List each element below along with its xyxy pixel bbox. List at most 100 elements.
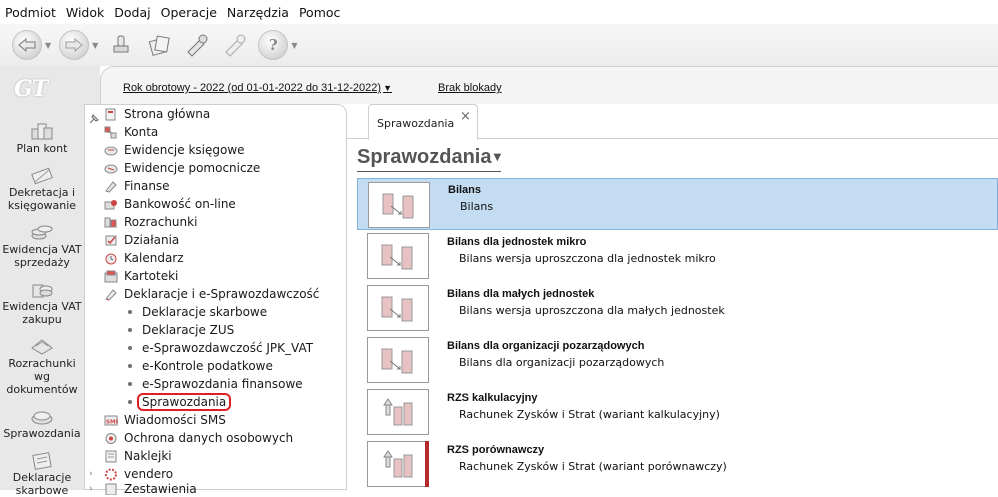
tree-item-wiadomosci-sms[interactable]: SMS Wiadomości SMS	[103, 411, 319, 429]
tree-item-label: Ochrona danych osobowych	[124, 431, 294, 445]
close-icon[interactable]: ×	[460, 109, 471, 124]
forward-dropdown-icon[interactable]: ▼	[92, 41, 98, 50]
tree-item-ochrona-danych[interactable]: Ochrona danych osobowych	[103, 429, 319, 447]
report-list: Bilans Bilans Bilans dla jednostek mikro…	[357, 178, 998, 490]
menu-pomoc[interactable]: Pomoc	[299, 5, 340, 20]
report-row-rzs-porownawczy[interactable]: RZS porównawczy Rachunek Zysków i Strat …	[357, 438, 998, 490]
menu-narzedzia[interactable]: Narzędzia	[227, 5, 289, 20]
bullet-icon	[128, 328, 132, 332]
stamp-button[interactable]	[106, 30, 136, 60]
bullet-icon	[128, 400, 132, 404]
tree-item-label: Kartoteki	[124, 269, 179, 283]
tree-subitem-e-sprawozdania[interactable]: e-Sprawozdania finansowe	[103, 375, 319, 393]
tree-subitem-deklaracje-skarbowe[interactable]: Deklaracje skarbowe	[103, 303, 319, 321]
sidebar-item-vat-sprzedazy[interactable]: Ewidencja VAT sprzedaży	[0, 221, 84, 269]
sidebar-item-label: Plan kont	[16, 142, 68, 155]
tree-subitem-e-kontrole[interactable]: e-Kontrole podatkowe	[103, 357, 319, 375]
sidebar-item-label: Rozrachunki wg dokumentów	[6, 357, 78, 396]
sidebar-item-plan-kont[interactable]: Plan kont	[0, 120, 84, 155]
tree-item-label: Ewidencje pomocnicze	[124, 161, 261, 175]
tree-item-dzialania[interactable]: Działania	[103, 231, 319, 249]
sidebar: Plan kont Dekretacja i księgowanie Ewide…	[0, 120, 84, 497]
finance-icon	[103, 179, 119, 193]
menu-bar: Podmiot Widok Dodaj Operacje Narzędzia P…	[0, 0, 998, 24]
fiscal-year-label: Rok obrotowy - 2022 (od 01-01-2022 do 31…	[123, 82, 382, 94]
tree-item-deklaracje[interactable]: Deklaracje i e-Sprawozdawczość	[103, 285, 319, 303]
expand-icon[interactable]: ›	[89, 469, 93, 479]
balance-report-icon	[367, 285, 429, 331]
stamp-icon	[106, 30, 136, 60]
report-row-bilans-pozarzadowe[interactable]: Bilans dla organizacji pozarządowych Bil…	[357, 334, 998, 386]
documents-button[interactable]	[144, 30, 174, 60]
tree-item-rozrachunki[interactable]: Rozrachunki	[103, 213, 319, 231]
tree-item-kalendarz[interactable]: Kalendarz	[103, 249, 319, 267]
report-row-bilans-male[interactable]: Bilans dla małych jednostek Bilans wersj…	[357, 282, 998, 334]
tools-disabled-icon	[220, 30, 250, 60]
tree-subitem-deklaracje-zus[interactable]: Deklaracje ZUS	[103, 321, 319, 339]
report-row-bilans[interactable]: Bilans Bilans	[357, 178, 998, 230]
labels-icon	[103, 449, 119, 463]
navigation-tree: Strona główna Konta Ewidencje księgowe E…	[89, 105, 319, 495]
app-logo: GT	[14, 76, 48, 102]
navigation-tree-panel: Strona główna Konta Ewidencje księgowe E…	[84, 104, 347, 495]
tools-button[interactable]	[182, 30, 212, 60]
sidebar-item-vat-zakupu[interactable]: Ewidencja VAT zakupu	[0, 278, 84, 326]
profit-loss-report-icon	[367, 389, 429, 435]
back-dropdown-icon[interactable]: ▼	[45, 41, 51, 50]
report-title: Bilans dla małych jednostek	[447, 288, 595, 300]
declarations-icon	[103, 287, 119, 301]
tree-item-konta[interactable]: Konta	[103, 123, 319, 141]
tree-item-vendero[interactable]: › vendero	[89, 465, 319, 483]
pin-icon[interactable]	[88, 113, 100, 128]
report-description: Bilans dla organizacji pozarządowych	[459, 356, 665, 369]
sidebar-item-dekretacja[interactable]: Dekretacja i księgowanie	[0, 164, 84, 212]
online-banking-icon	[103, 197, 119, 211]
tab-label: Sprawozdania	[377, 117, 455, 130]
tree-item-finanse[interactable]: Finanse	[103, 177, 319, 195]
report-title: RZS kalkulacyjny	[447, 392, 538, 404]
tree-subitem-label: e-Sprawozdawczość JPK_VAT	[142, 341, 314, 355]
accent-bar	[425, 441, 429, 487]
tree-subitem-jpk-vat[interactable]: e-Sprawozdawczość JPK_VAT	[103, 339, 319, 357]
tree-item-label: Deklaracje i e-Sprawozdawczość	[124, 287, 320, 301]
page-title[interactable]: Sprawozdania ▼	[357, 146, 502, 172]
fiscal-year-selector[interactable]: Rok obrotowy - 2022 (od 01-01-2022 do 31…	[123, 82, 392, 94]
tree-item-label: Rozrachunki	[124, 215, 198, 229]
menu-dodaj[interactable]: Dodaj	[114, 5, 150, 20]
accounts-icon	[103, 125, 119, 139]
tree-item-kartoteki[interactable]: Kartoteki	[103, 267, 319, 285]
tree-subitem-sprawozdania[interactable]: Sprawozdania	[103, 393, 319, 411]
tools-icon	[182, 30, 212, 60]
menu-widok[interactable]: Widok	[66, 5, 104, 20]
back-button[interactable]: ▼	[12, 30, 51, 60]
help-button[interactable]: ? ▼	[258, 30, 297, 60]
content-area: Sprawozdania × Sprawozdania ▼ Bilans Bil…	[347, 104, 998, 490]
tree-item-zestawienia[interactable]: › Zestawienia	[89, 483, 319, 495]
tree-item-ewidencje-pomocnicze[interactable]: Ewidencje pomocnicze	[103, 159, 319, 177]
tree-item-bankowosc[interactable]: Bankowość on-line	[103, 195, 319, 213]
forward-button[interactable]: ▼	[59, 30, 98, 60]
sms-icon: SMS	[103, 413, 119, 427]
lock-status-link[interactable]: Brak blokady	[438, 82, 502, 94]
profit-loss-report-icon	[367, 441, 429, 487]
menu-podmiot[interactable]: Podmiot	[5, 5, 56, 20]
sidebar-item-label: Deklaracje skarbowe	[12, 471, 72, 497]
report-row-rzs-kalkulacyjny[interactable]: RZS kalkulacyjny Rachunek Zysków i Strat…	[357, 386, 998, 438]
sidebar-item-label: Ewidencja VAT zakupu	[2, 300, 82, 326]
home-icon	[103, 107, 119, 121]
report-row-bilans-mikro[interactable]: Bilans dla jednostek mikro Bilans wersja…	[357, 230, 998, 282]
menu-operacje[interactable]: Operacje	[161, 5, 217, 20]
sidebar-item-sprawozdania[interactable]: Sprawozdania	[0, 405, 84, 440]
tree-item-label: Ewidencje księgowe	[124, 143, 245, 157]
balance-report-icon	[368, 182, 430, 228]
tree-item-ewidencje-ksiegowe[interactable]: Ewidencje księgowe	[103, 141, 319, 159]
sidebar-item-label: Ewidencja VAT sprzedaży	[2, 243, 82, 269]
tab-sprawozdania[interactable]: Sprawozdania ×	[368, 104, 478, 140]
bullet-icon	[128, 382, 132, 386]
page-title-text: Sprawozdania	[357, 146, 492, 168]
sidebar-item-rozrachunki-wg-dokumentow[interactable]: Rozrachunki wg dokumentów	[0, 335, 84, 396]
tree-item-naklejki[interactable]: Naklejki	[103, 447, 319, 465]
help-dropdown-icon[interactable]: ▼	[291, 41, 297, 50]
tools-disabled-button[interactable]	[220, 30, 250, 60]
tree-item-strona-glowna[interactable]: Strona główna	[103, 105, 319, 123]
